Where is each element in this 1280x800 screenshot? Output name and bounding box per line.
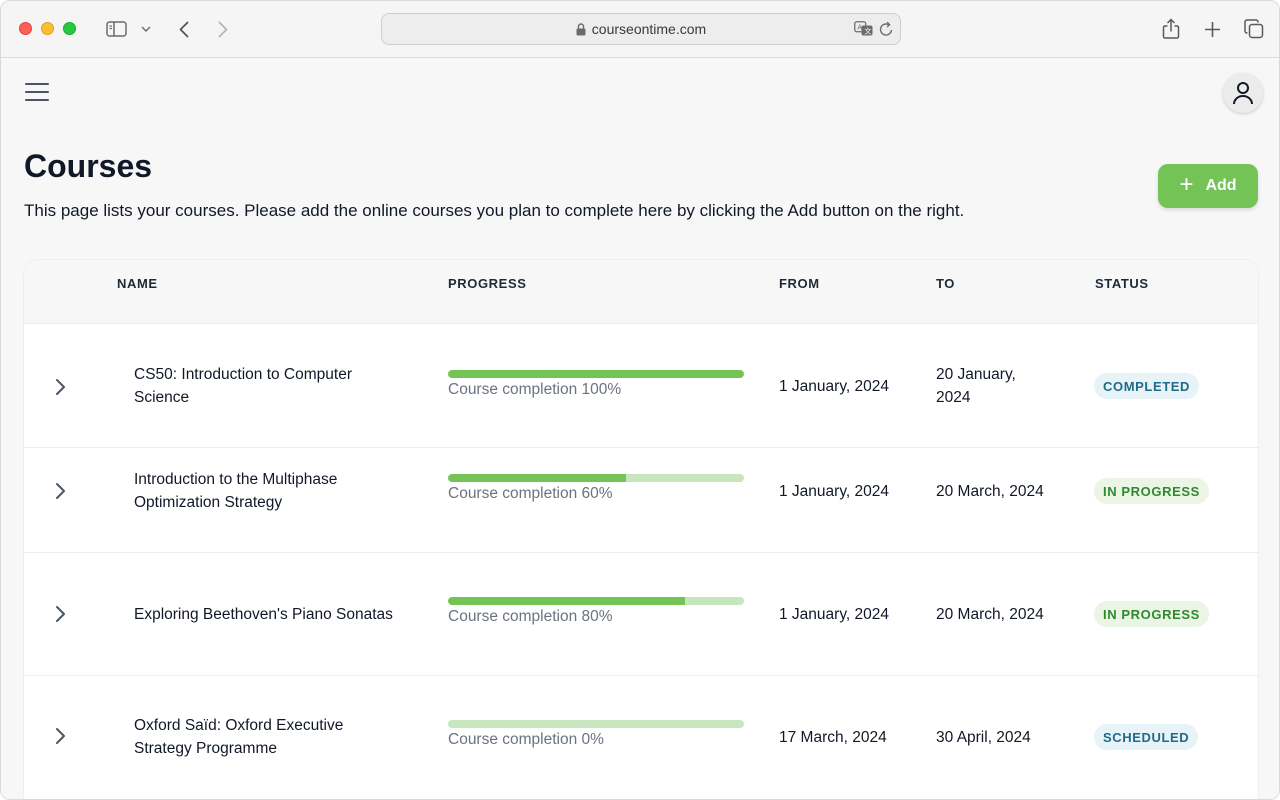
to-date: 30 April, 2024 [936,729,1031,746]
table-row[interactable]: Exploring Beethoven's Piano Sonatas Cour… [24,553,1258,676]
course-name: Introduction to the Multiphase Optimizat… [134,468,337,514]
progress-fill [448,474,626,482]
progress-fill [448,370,744,378]
sidebar-toggle-icon[interactable] [105,17,127,41]
chevron-right-icon[interactable] [50,604,70,624]
progress-label: Course completion 0% [448,731,604,748]
reload-icon[interactable] [879,21,894,40]
forward-icon[interactable] [214,17,232,41]
course-name-line: CS50: Introduction to Computer [134,366,352,383]
header-to[interactable]: TO [936,276,955,291]
page-title: Courses [24,148,153,184]
table-row[interactable]: Oxford Saïd: Oxford Executive Strategy P… [24,676,1258,799]
course-name: Exploring Beethoven's Piano Sonatas [134,606,393,623]
translate-icon[interactable]: A文 [854,21,874,40]
course-name-line: Optimization Strategy [134,494,283,511]
progress-label: Course completion 100% [448,381,622,398]
progress-bar [448,597,744,605]
course-name-line: Introduction to the Multiphase [134,471,338,488]
status-badge: SCHEDULED [1094,724,1199,750]
page-description: This page lists your courses. Please add… [24,201,965,220]
status-badge: COMPLETED [1094,373,1200,399]
course-name-line: Science [134,389,190,406]
hamburger-icon[interactable] [25,83,49,103]
header-status[interactable]: STATUS [1095,276,1149,291]
course-name: CS50: Introduction to Computer Science [134,363,352,409]
url-text: courseontime.com [591,21,707,37]
progress-fill [448,597,685,605]
from-date: 1 January, 2024 [779,378,890,395]
header-name[interactable]: NAME [117,276,158,291]
lock-icon [576,22,586,36]
user-avatar[interactable] [1223,73,1263,113]
progress-cell: Course completion 60% [448,474,744,503]
status-badge: IN PROGRESS [1094,478,1209,504]
course-name-line: Oxford Saïd: Oxford Executive [134,717,344,734]
browser-window: courseontime.com A文 Courses This page li… [0,0,1280,800]
chevron-right-icon[interactable] [50,377,70,397]
header-from[interactable]: FROM [779,276,820,291]
svg-text:A: A [857,24,862,32]
chevron-right-icon[interactable] [50,726,70,746]
from-date: 1 January, 2024 [779,606,890,623]
tab-overview-icon[interactable] [1243,17,1265,41]
status-badge: IN PROGRESS [1094,601,1209,627]
progress-cell: Course completion 80% [448,597,744,626]
progress-bar [448,474,744,482]
share-icon[interactable] [1161,17,1181,41]
progress-cell: Course completion 100% [448,370,744,399]
minimize-window-button[interactable] [41,22,54,35]
address-bar[interactable]: courseontime.com A文 [381,13,901,45]
from-date: 17 March, 2024 [779,729,887,746]
progress-bar [448,370,744,378]
course-name: Oxford Saïd: Oxford Executive Strategy P… [134,714,343,760]
add-button-label: Add [1205,177,1237,194]
table-row[interactable]: Introduction to the Multiphase Optimizat… [24,448,1258,553]
app-content: Courses This page lists your courses. Pl… [1,58,1279,799]
add-course-button[interactable]: + Add [1158,164,1258,208]
courses-table: NAME PROGRESS FROM TO STATUS CS50: Intro… [24,260,1258,799]
table-header: NAME PROGRESS FROM TO STATUS [24,260,1258,324]
to-date: 20 March, 2024 [936,606,1044,623]
plus-icon: + [1179,171,1194,198]
from-date: 1 January, 2024 [779,483,890,500]
to-date-line: 20 January, [936,366,1016,383]
progress-bar [448,720,744,728]
close-window-button[interactable] [19,22,32,35]
back-icon[interactable] [175,17,193,41]
user-icon [1233,82,1253,105]
course-name-line: Strategy Programme [134,740,277,757]
header-progress[interactable]: PROGRESS [448,276,526,291]
to-date: 20 March, 2024 [936,483,1044,500]
chevron-right-icon[interactable] [50,481,70,501]
progress-label: Course completion 60% [448,485,613,502]
to-date-line: 2024 [936,389,971,406]
new-tab-icon[interactable] [1202,17,1222,41]
zoom-window-button[interactable] [63,22,76,35]
progress-cell: Course completion 0% [448,720,744,749]
progress-label: Course completion 80% [448,608,613,625]
to-date: 20 January, 2024 [936,363,1016,409]
table-row[interactable]: CS50: Introduction to Computer Science C… [24,325,1258,448]
svg-text:文: 文 [864,27,871,36]
chevron-down-icon[interactable] [140,17,152,41]
browser-toolbar: courseontime.com A文 [1,1,1279,58]
